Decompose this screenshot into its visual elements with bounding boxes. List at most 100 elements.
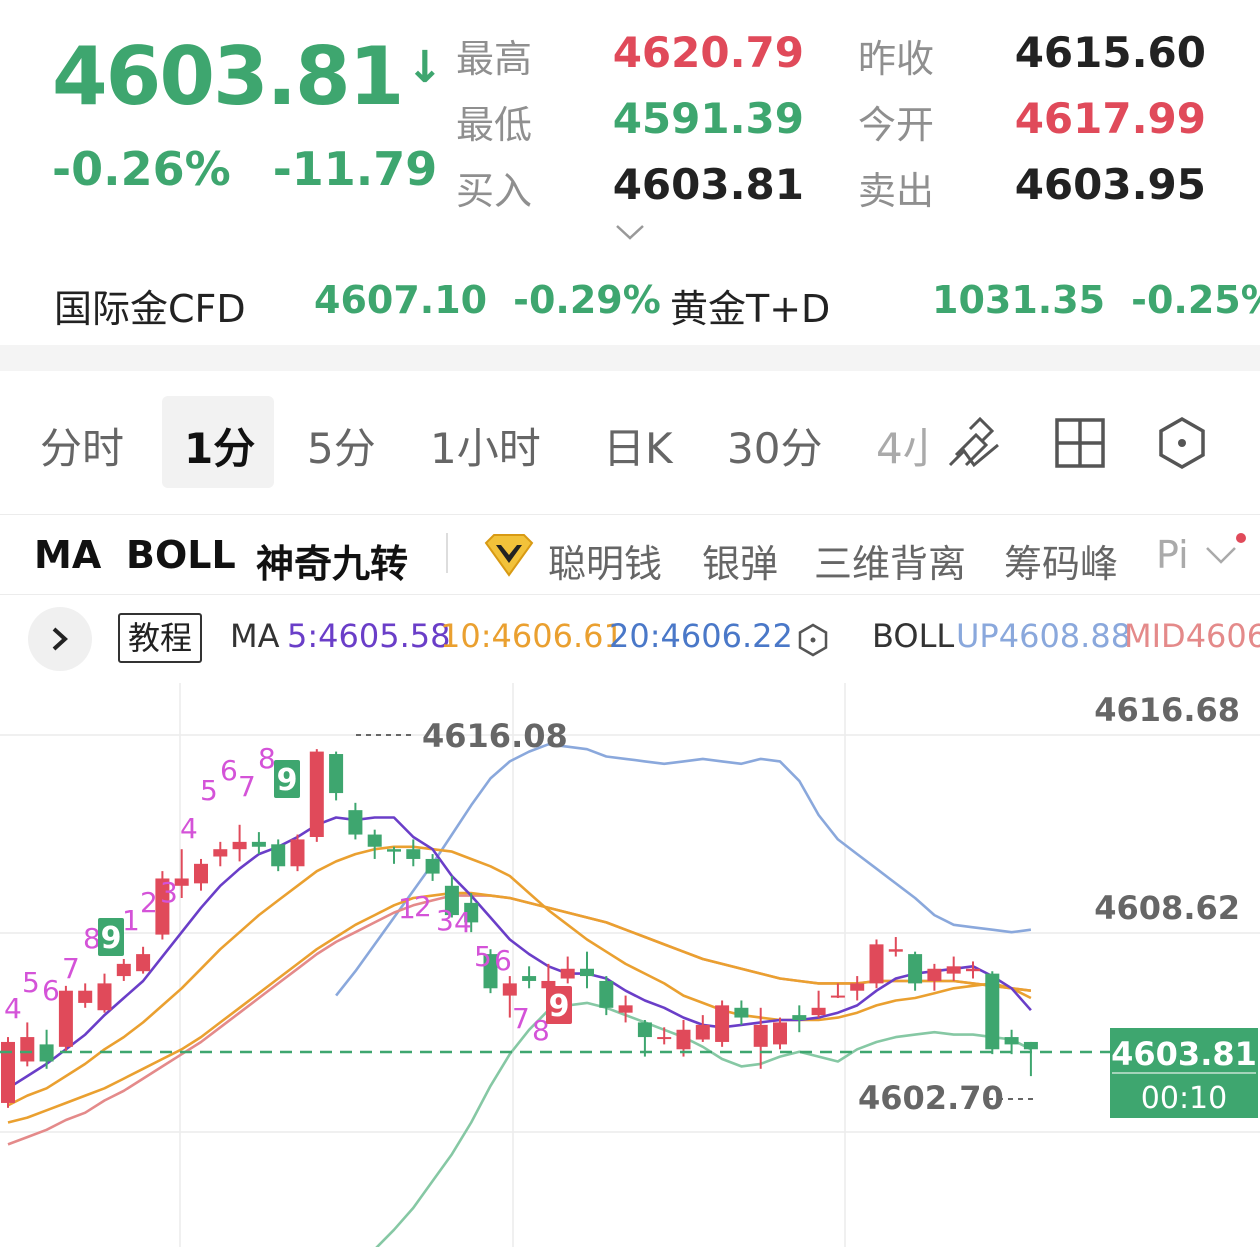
tab-4hour[interactable]: 4小时: [876, 415, 930, 476]
candle-body: [329, 754, 344, 794]
last-price: 4603.81↓: [52, 30, 443, 123]
y-axis-tick-label: 4616.68: [1094, 691, 1240, 729]
candle-body: [695, 1024, 710, 1040]
settings-hexagon-icon[interactable]: [1154, 415, 1210, 471]
candle-body: [830, 995, 845, 998]
low-price-marker: 4602.70: [858, 1079, 1004, 1117]
candle-body: [946, 966, 961, 974]
candle-body: [927, 968, 942, 981]
period-tabs: 分时 1分 5分 1小时 日K 30分 4小时: [0, 371, 1260, 515]
nine-turn-label: 2: [140, 886, 158, 919]
countdown-label: 00:10: [1141, 1081, 1227, 1116]
candle-body: [908, 954, 923, 984]
related-item-td[interactable]: 黄金T+D: [670, 278, 830, 333]
related-name: 黄金T+D: [670, 287, 831, 331]
tab-daily[interactable]: 日K: [603, 415, 673, 476]
stat-prev-close-value: 4615.60: [1014, 28, 1206, 77]
chevron-down-icon[interactable]: [1204, 543, 1238, 567]
indicator-boll[interactable]: BOLL: [126, 533, 236, 577]
candle-body: [232, 841, 247, 850]
section-divider: [0, 345, 1260, 371]
nine-turn-label: 5: [200, 774, 218, 807]
y-axis-tick-label: 4608.62: [1094, 889, 1240, 927]
candle-body: [136, 954, 151, 972]
tab-5min[interactable]: 5分: [307, 415, 376, 476]
stat-low-value: 4591.39: [612, 94, 804, 143]
candlestick-plot[interactable]: 45 678 912 3456 78912 3 45 67 89 4616.684608.624…: [0, 595, 1260, 1247]
candle-body: [194, 863, 208, 884]
candle-body: [657, 1037, 672, 1040]
candle-body: [753, 1024, 768, 1047]
candle-body: [599, 980, 614, 1008]
candle-body: [888, 949, 903, 952]
related-change: -0.25%: [1131, 278, 1260, 322]
nine-turn-label: 2: [414, 890, 432, 923]
related-td-quote: 1031.35 -0.25%: [932, 278, 1260, 322]
candle-body: [522, 976, 537, 981]
stat-low-label: 最低: [456, 103, 533, 147]
candle-body: [792, 1015, 807, 1020]
indicator-chip-peak[interactable]: 筹码峰: [1004, 533, 1118, 588]
candle-body: [367, 834, 382, 847]
nine-turn-label: 9: [277, 763, 298, 798]
candle-body: [97, 983, 112, 1011]
candle-body: [637, 1022, 652, 1038]
candle-body: [715, 1005, 730, 1042]
nine-turn-label: 3: [160, 876, 178, 909]
candle-body: [58, 990, 73, 1047]
chevron-down-icon[interactable]: [614, 220, 646, 244]
related-change: -0.29%: [513, 278, 661, 322]
nine-turn-label: 6: [42, 974, 60, 1007]
related-item-cfd[interactable]: 国际金CFD: [54, 278, 246, 333]
candle-body: [676, 1029, 691, 1050]
candle-body: [309, 751, 324, 837]
tab-30min[interactable]: 30分: [727, 415, 822, 476]
related-name: 国际金CFD: [54, 287, 246, 331]
nine-turn-label: 6: [220, 754, 238, 787]
high-price-marker: 4616.08: [422, 717, 568, 755]
nine-turn-label: 4: [454, 906, 472, 939]
nine-turn-label: 6: [494, 944, 512, 977]
related-value: 4607.10: [314, 278, 488, 322]
nine-turn-label: 7: [62, 952, 80, 985]
candle-body: [213, 849, 228, 857]
tab-timeshare[interactable]: 分时: [40, 415, 124, 476]
candle-body: [290, 839, 305, 867]
candle-body: [773, 1022, 787, 1045]
indicator-divergence[interactable]: 三维背离: [814, 533, 966, 588]
stat-prev-close-label: 昨收: [858, 37, 935, 81]
stat-bid-label: 买入: [456, 169, 533, 213]
candle-body: [966, 968, 980, 972]
candle-body: [116, 963, 131, 977]
kline-chart[interactable]: 教程 MA 5:4605.58 10:4606.61 20:4606.22 BO…: [0, 595, 1260, 1247]
nine-turn-label: 5: [474, 940, 492, 973]
indicator-pi[interactable]: Pi: [1156, 533, 1189, 577]
candle-body: [20, 1037, 35, 1062]
stat-open-label: 今开: [858, 103, 935, 147]
boll-lower-line: [375, 1001, 1032, 1247]
indicator-silver-bullet[interactable]: 银弹: [702, 533, 778, 588]
candle-body: [348, 810, 363, 835]
stat-ask-value: 4603.95: [1014, 160, 1206, 209]
indicator-nine-turns[interactable]: 神奇九转: [256, 533, 408, 588]
nine-turn-label: 8: [258, 742, 276, 775]
nine-turn-label: 9: [101, 921, 122, 956]
indicator-ma[interactable]: MA: [34, 533, 101, 577]
related-value: 1031.35: [932, 278, 1106, 322]
candle-body: [811, 1007, 826, 1016]
candle-body: [271, 844, 286, 867]
candle-body: [251, 841, 266, 847]
notification-dot: [1236, 533, 1246, 543]
layout-grid-icon[interactable]: [1052, 415, 1108, 471]
change-amount: -11.79: [272, 142, 438, 196]
price-change: -0.26% -11.79: [52, 142, 463, 196]
stat-ask-label: 卖出: [858, 169, 935, 213]
draw-icon[interactable]: [946, 415, 1002, 471]
candle-body: [580, 968, 594, 977]
tab-1min[interactable]: 1分: [184, 415, 255, 476]
indicator-smart-money[interactable]: 聪明钱: [548, 533, 662, 588]
candle-body: [734, 1007, 749, 1018]
tab-1hour[interactable]: 1小时: [430, 415, 541, 476]
related-cfd-quote: 4607.10 -0.29%: [314, 278, 661, 322]
change-percent: -0.26%: [52, 142, 231, 196]
